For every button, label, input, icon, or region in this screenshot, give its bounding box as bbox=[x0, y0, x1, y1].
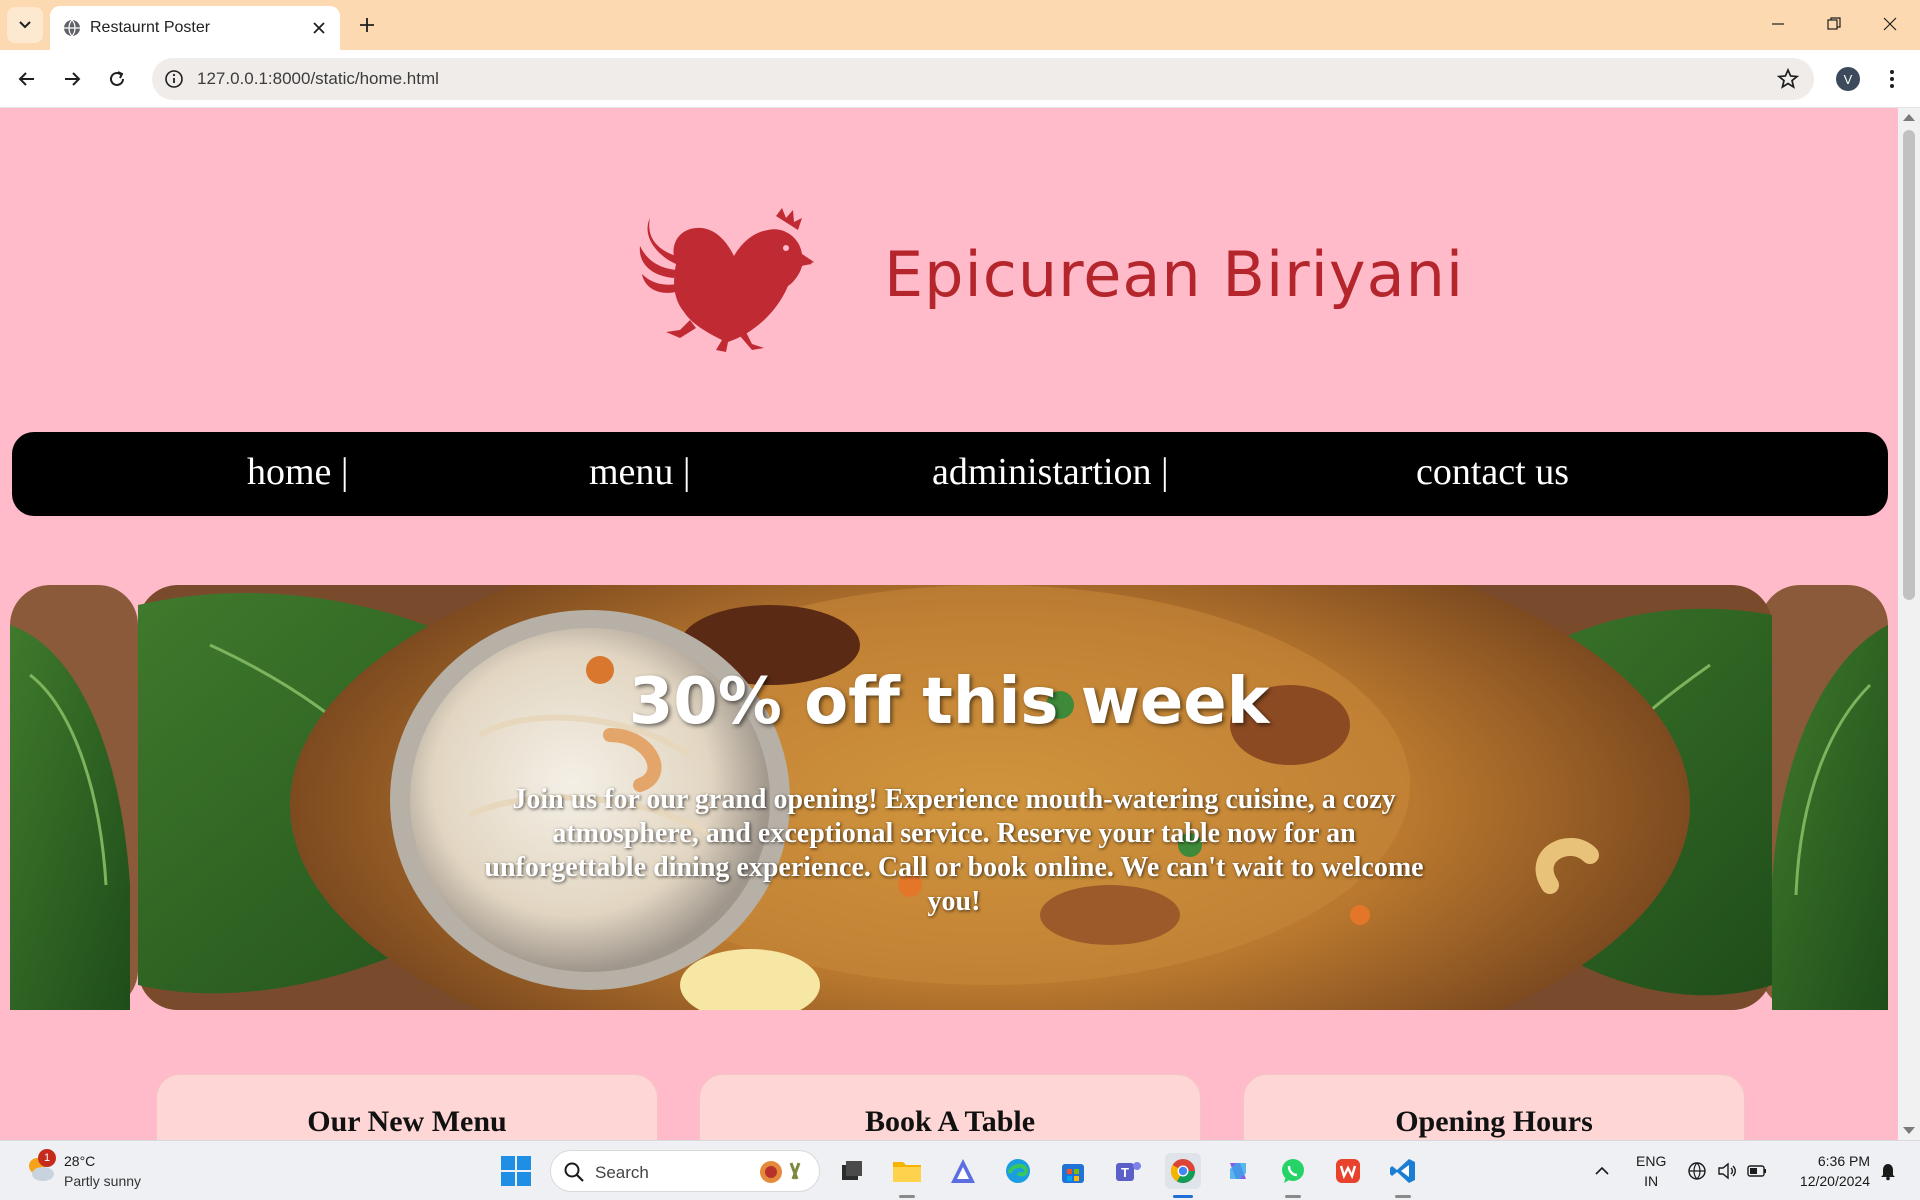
close-icon bbox=[1883, 17, 1897, 31]
scroll-down-icon[interactable] bbox=[1903, 1127, 1915, 1134]
search-highlight-icon bbox=[760, 1161, 801, 1183]
rooster-logo bbox=[639, 208, 814, 352]
copilot-icon bbox=[1230, 1163, 1246, 1179]
clock-time: 6:36 PM bbox=[1817, 1153, 1870, 1169]
globe-icon bbox=[64, 19, 80, 37]
store-icon bbox=[1062, 1164, 1084, 1183]
browser-menu-button[interactable] bbox=[1880, 64, 1904, 94]
page-scrollbar[interactable] bbox=[1898, 108, 1920, 1140]
task-view-button[interactable] bbox=[834, 1153, 870, 1189]
browser-toolbar: 127.0.0.1:8000/static/home.html V bbox=[0, 50, 1920, 108]
folder-icon bbox=[893, 1162, 921, 1182]
triangle-app-icon bbox=[951, 1159, 975, 1183]
plus-icon bbox=[360, 18, 374, 32]
browser-tab-strip: Restaurnt Poster bbox=[0, 0, 1920, 50]
nav-link-contact[interactable]: contact us bbox=[1416, 450, 1569, 494]
app-launcher-button[interactable] bbox=[945, 1153, 981, 1189]
weather-description[interactable]: Partly sunny bbox=[64, 1173, 141, 1189]
restore-icon bbox=[1827, 17, 1841, 30]
browser-tab-active[interactable]: Restaurnt Poster bbox=[50, 6, 340, 50]
chevron-down-icon bbox=[19, 21, 31, 29]
profile-avatar[interactable]: V bbox=[1836, 67, 1860, 91]
card-new-menu[interactable]: Our New Menu bbox=[156, 1074, 658, 1140]
tab-close-button[interactable] bbox=[308, 17, 330, 39]
vscode-icon bbox=[1390, 1159, 1415, 1183]
card-title-book: Book A Table bbox=[864, 1105, 1036, 1138]
tab-search-button[interactable] bbox=[7, 7, 43, 43]
nav-link-administration[interactable]: administartion | bbox=[932, 450, 1169, 494]
page-viewport: Epicurean Biriyani home | menu | adminis… bbox=[0, 108, 1920, 1140]
battery-icon[interactable] bbox=[1746, 1160, 1768, 1182]
more-vert-icon bbox=[1890, 70, 1894, 88]
wps-icon bbox=[1336, 1159, 1360, 1183]
edge-icon bbox=[1006, 1159, 1030, 1183]
main-navigation: home | menu | administartion | contact u… bbox=[12, 432, 1888, 516]
back-button[interactable] bbox=[8, 60, 46, 98]
chevron-up-icon[interactable] bbox=[1592, 1161, 1612, 1181]
svg-text:T: T bbox=[1121, 1165, 1129, 1180]
notification-bell-icon[interactable] bbox=[1878, 1161, 1898, 1181]
card-title-hours: Opening Hours bbox=[1395, 1105, 1593, 1138]
task-view-icon bbox=[842, 1161, 862, 1180]
url-text[interactable]: 127.0.0.1:8000/static/home.html bbox=[197, 69, 439, 89]
clock-date: 12/20/2024 bbox=[1799, 1173, 1870, 1189]
arrow-left-icon bbox=[18, 72, 34, 86]
network-globe-icon[interactable] bbox=[1686, 1160, 1708, 1182]
card-title-menu: Our New Menu bbox=[307, 1105, 507, 1138]
nav-link-home[interactable]: home | bbox=[247, 450, 349, 494]
copilot-button[interactable] bbox=[1220, 1153, 1256, 1189]
chrome-button[interactable] bbox=[1165, 1153, 1201, 1189]
wps-office-button[interactable] bbox=[1330, 1153, 1366, 1189]
search-icon bbox=[564, 1162, 584, 1182]
input-language[interactable]: ENG IN bbox=[1636, 1151, 1666, 1191]
chrome-icon bbox=[1170, 1159, 1195, 1184]
site-info-button[interactable] bbox=[160, 65, 188, 93]
address-bar[interactable]: 127.0.0.1:8000/static/home.html bbox=[152, 58, 1814, 100]
whatsapp-icon bbox=[1282, 1159, 1304, 1183]
active-indicator bbox=[1173, 1195, 1193, 1198]
minimize-icon bbox=[1772, 23, 1784, 25]
speaker-icon[interactable] bbox=[1716, 1160, 1738, 1182]
card-opening-hours[interactable]: Opening Hours bbox=[1243, 1074, 1745, 1140]
teams-button[interactable]: T bbox=[1110, 1153, 1146, 1189]
promo-heading: 30% off this week bbox=[628, 665, 1270, 739]
edge-browser-button[interactable] bbox=[1000, 1153, 1036, 1189]
card-book-table[interactable]: Book A Table bbox=[699, 1074, 1201, 1140]
system-clock[interactable]: 6:36 PM 12/20/2024 bbox=[1782, 1151, 1870, 1191]
info-icon bbox=[165, 70, 183, 88]
reload-icon bbox=[110, 71, 124, 86]
scroll-up-icon[interactable] bbox=[1903, 114, 1915, 121]
close-icon bbox=[313, 22, 325, 34]
minimize-button[interactable] bbox=[1750, 0, 1806, 48]
file-explorer-button[interactable] bbox=[889, 1153, 925, 1189]
new-tab-button[interactable] bbox=[352, 10, 382, 40]
bookmark-star-icon[interactable] bbox=[1776, 67, 1800, 91]
windows-taskbar: 1 28°C Partly sunny Search T ENG IN 6:36… bbox=[0, 1140, 1920, 1200]
taskbar-search-box[interactable]: Search bbox=[550, 1150, 820, 1192]
promo-description: Join us for our grand opening! Experienc… bbox=[484, 784, 1424, 917]
search-placeholder: Search bbox=[595, 1163, 649, 1182]
running-indicator bbox=[899, 1195, 915, 1198]
running-indicator bbox=[1395, 1195, 1411, 1198]
close-window-button[interactable] bbox=[1862, 0, 1918, 48]
weather-temperature[interactable]: 28°C bbox=[64, 1153, 95, 1169]
vscode-button[interactable] bbox=[1385, 1153, 1421, 1189]
windows-start-icon[interactable] bbox=[500, 1155, 532, 1187]
promo-banner: 30% off this week Join us for our grand … bbox=[10, 585, 1888, 1010]
running-indicator bbox=[1285, 1195, 1301, 1198]
teams-icon: T bbox=[1116, 1162, 1141, 1181]
forward-button[interactable] bbox=[53, 60, 91, 98]
tab-title: Restaurnt Poster bbox=[90, 19, 211, 36]
reload-button[interactable] bbox=[98, 60, 136, 98]
region-code: IN bbox=[1644, 1173, 1659, 1189]
arrow-right-icon bbox=[65, 72, 81, 86]
brand-title: Epicurean Biriyani bbox=[884, 238, 1465, 311]
store-button[interactable] bbox=[1055, 1153, 1091, 1189]
whatsapp-button[interactable] bbox=[1275, 1153, 1311, 1189]
nav-link-menu[interactable]: menu | bbox=[589, 450, 691, 494]
restore-button[interactable] bbox=[1806, 0, 1862, 48]
weather-notification-badge: 1 bbox=[38, 1149, 56, 1167]
language-code: ENG bbox=[1636, 1153, 1667, 1169]
scrollbar-thumb[interactable] bbox=[1903, 130, 1915, 600]
